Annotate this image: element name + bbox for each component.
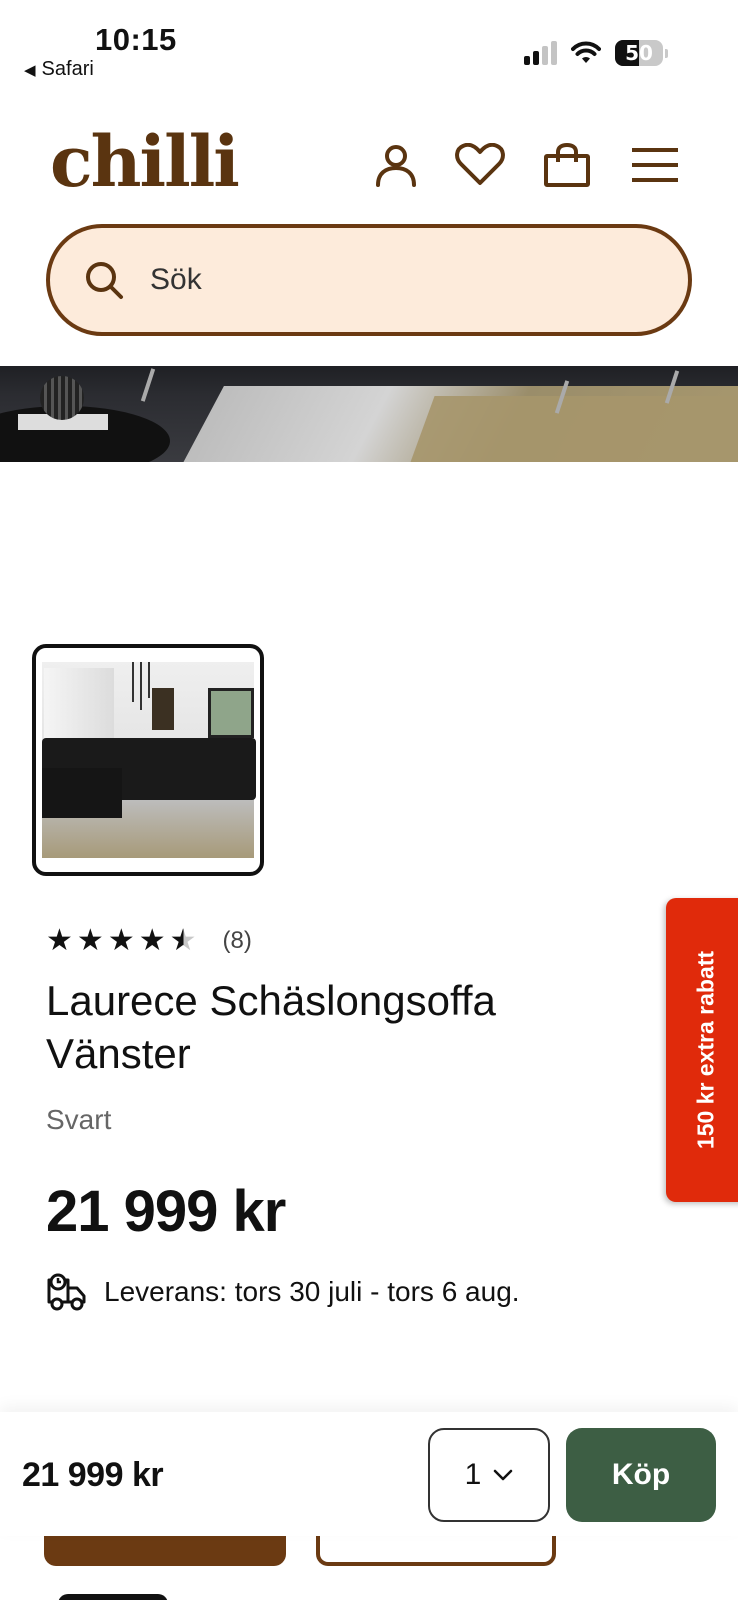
wifi-icon: [571, 41, 601, 63]
bag-icon[interactable]: [542, 140, 592, 190]
delivery-truck-icon: [47, 1273, 86, 1311]
sticky-price: 21 999 kr: [22, 1456, 164, 1494]
product-title: Laurece Schäslongsoffa Vänster: [46, 977, 496, 1077]
product-main-image[interactable]: [0, 366, 738, 462]
star-icon: ★: [138, 924, 166, 957]
star-icon: ★: [46, 924, 73, 957]
cellular-signal-icon: [524, 41, 557, 65]
account-icon[interactable]: [371, 140, 421, 190]
search-input[interactable]: Sök: [46, 224, 692, 336]
heart-icon[interactable]: [455, 140, 505, 190]
status-time: 10:15: [95, 22, 177, 57]
chilli-logo[interactable]: chilli: [50, 120, 240, 203]
delivery-text: Leverans: tors 30 juli - tors 6 aug.: [104, 1276, 520, 1307]
battery-percent: 50: [625, 41, 653, 65]
back-triangle-icon: ◀: [24, 61, 36, 79]
promo-side-tab-label: 150 kr extra rabatt: [692, 950, 719, 1150]
product-rating[interactable]: ★ ★ ★ ★ ★ (8): [46, 926, 252, 956]
buy-button[interactable]: Köp: [566, 1428, 716, 1522]
product-color: Svart: [46, 1104, 112, 1135]
status-bar: 10:15 ◀ Safari 50: [0, 0, 738, 92]
back-to-safari[interactable]: ◀ Safari: [24, 58, 94, 81]
search-placeholder: Sök: [150, 263, 202, 296]
chevron-down-icon: [494, 1469, 513, 1481]
battery-icon: 50: [615, 40, 663, 66]
sticky-purchase-bar: 21 999 kr 1 Köp: [0, 1412, 738, 1536]
promo-side-tab[interactable]: 150 kr extra rabatt: [666, 898, 738, 1202]
menu-icon[interactable]: [630, 140, 680, 190]
product-thumbnail-selected[interactable]: [32, 644, 264, 876]
star-icon: ★: [76, 924, 104, 957]
back-app-label: Safari: [41, 58, 94, 80]
delivery-info: Leverans: tors 30 juli - tors 6 aug.: [46, 1272, 520, 1312]
review-count: (8): [222, 927, 252, 954]
status-indicators: 50: [524, 40, 668, 66]
half-star-icon: ★: [169, 924, 197, 957]
quantity-select[interactable]: 1: [428, 1428, 550, 1522]
search-icon: [86, 262, 123, 299]
partial-element: [58, 1594, 168, 1600]
battery-cap: [665, 48, 668, 58]
quantity-value: 1: [464, 1458, 482, 1491]
product-price: 21 999 kr: [46, 1179, 286, 1244]
star-icon: ★: [107, 924, 135, 957]
